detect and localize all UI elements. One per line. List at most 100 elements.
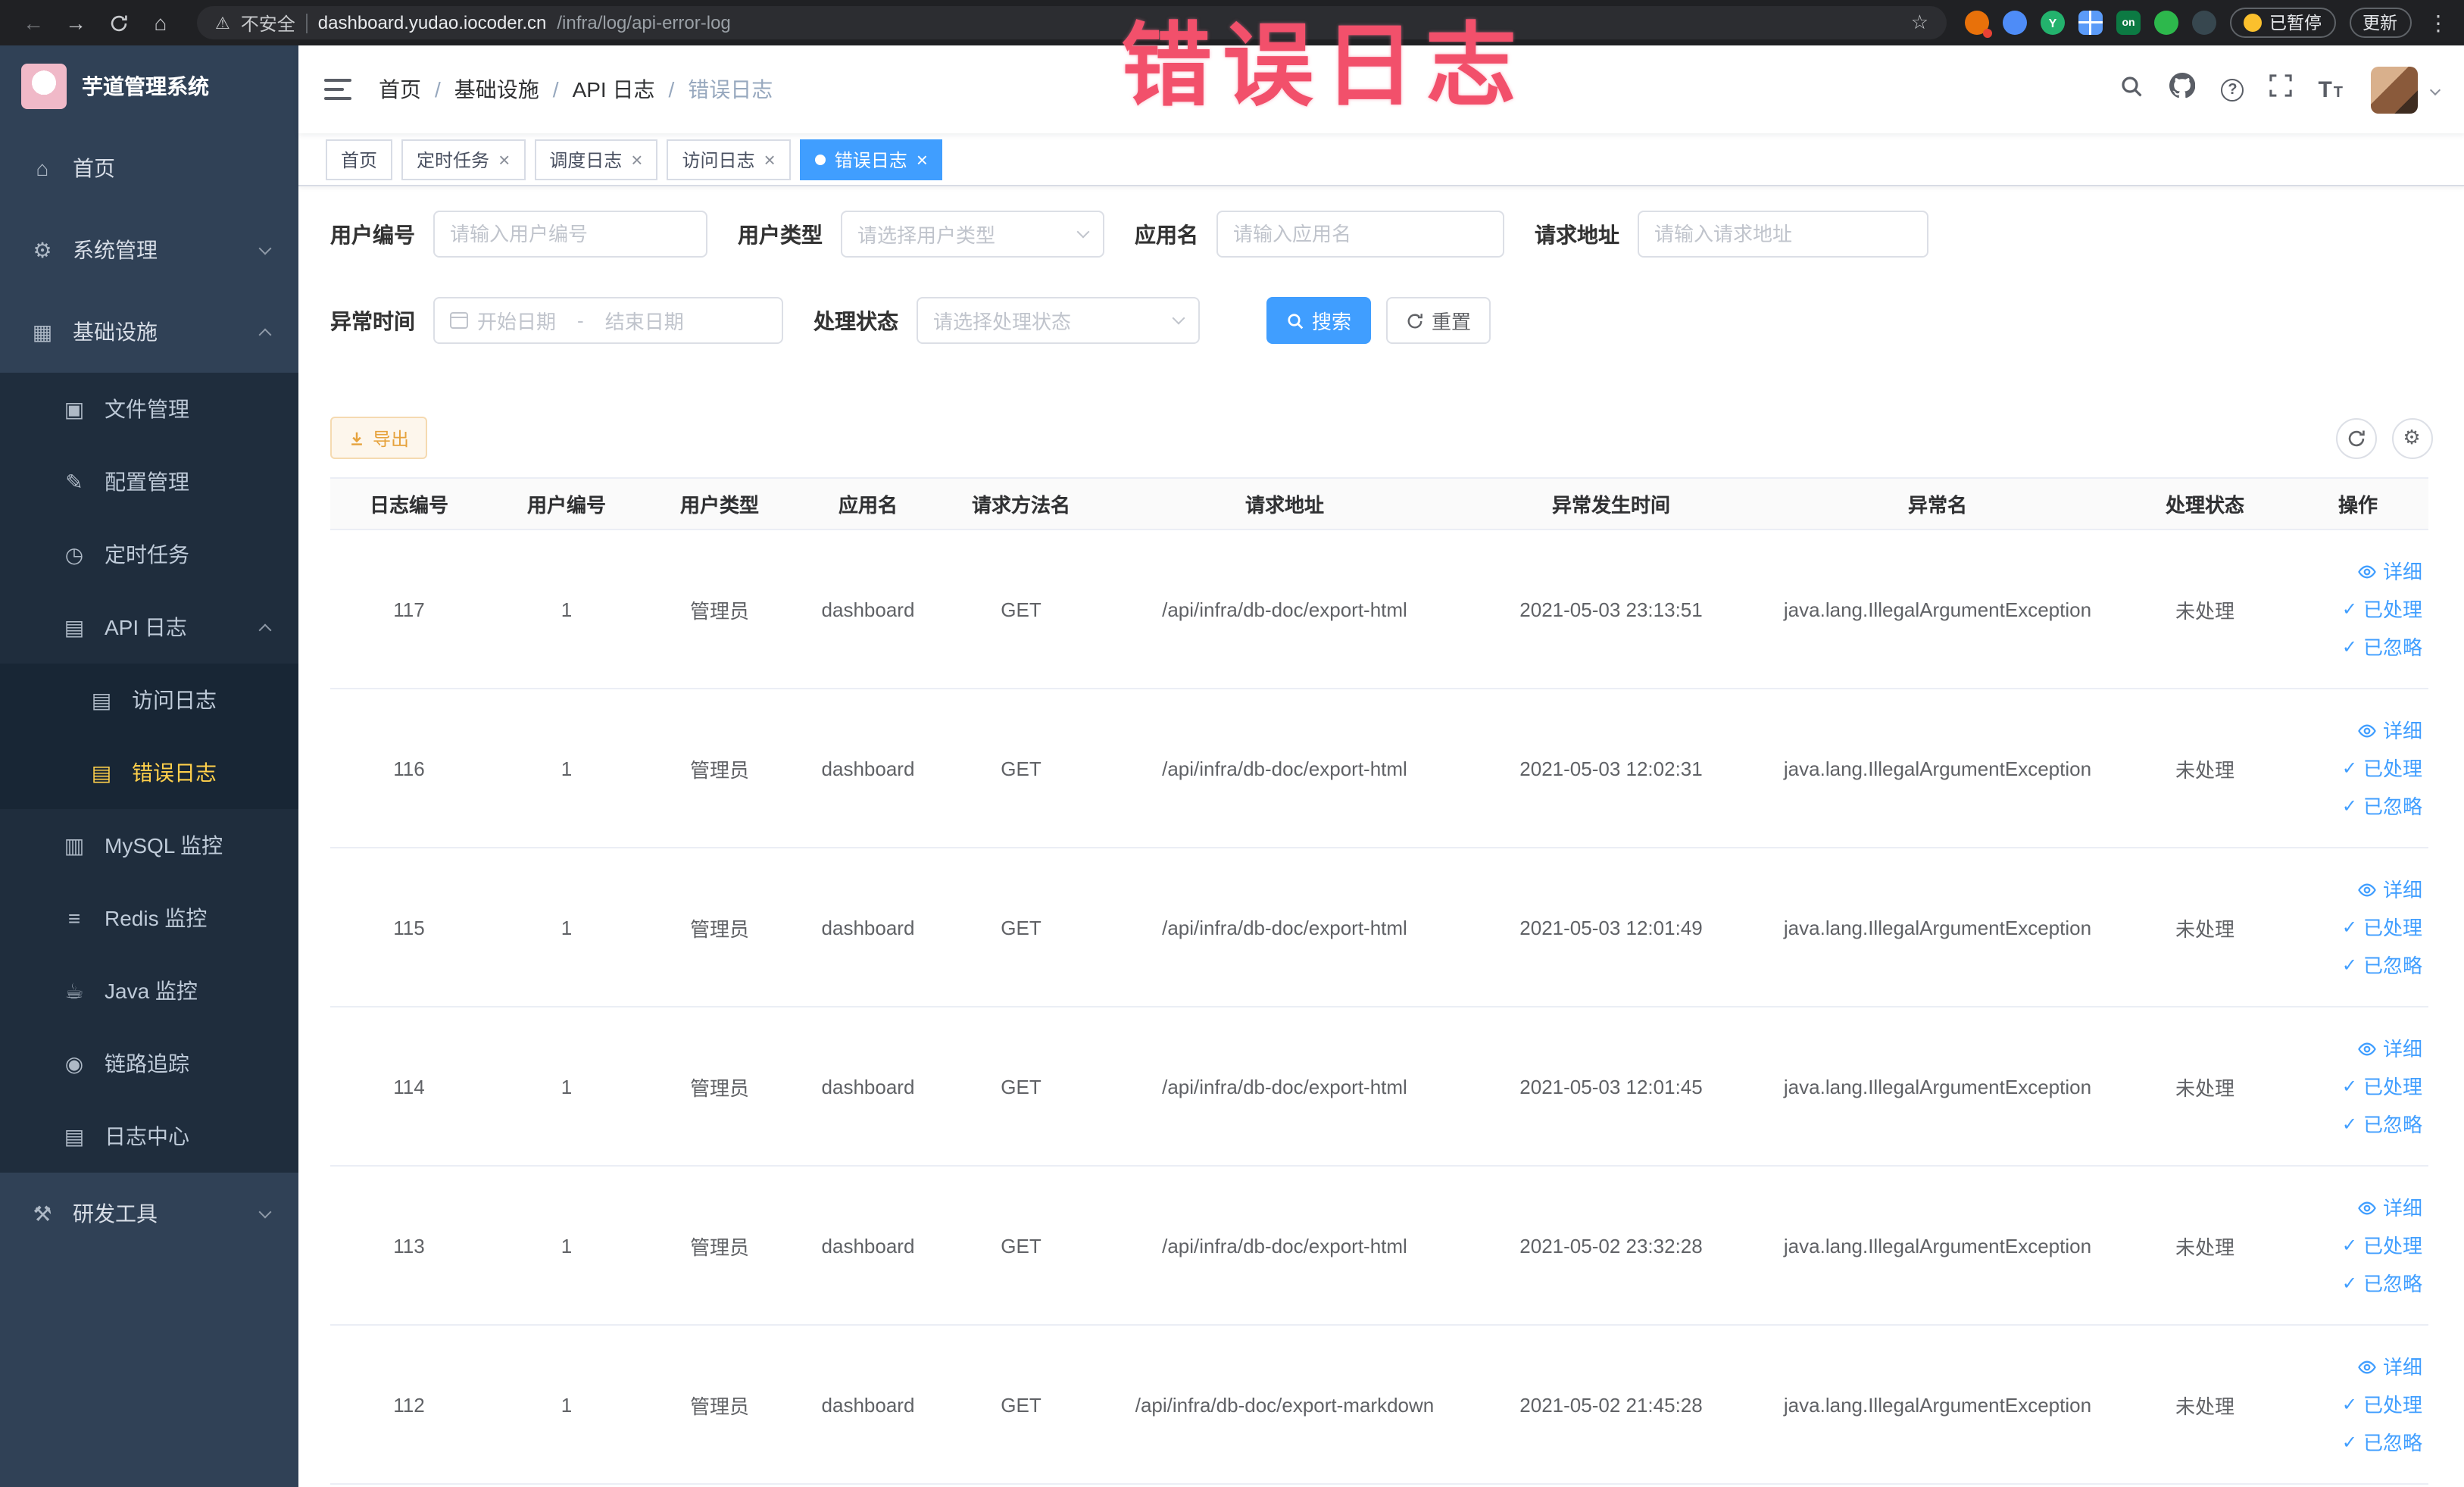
- sidebar-item-config[interactable]: ✎ 配置管理: [0, 445, 298, 518]
- github-icon[interactable]: [2169, 72, 2196, 106]
- mark-processed-link[interactable]: ✓ 已处理: [2288, 1067, 2422, 1105]
- chevron-up-icon: [258, 327, 272, 341]
- sidebar-item-label: MySQL 监控: [105, 833, 223, 858]
- avatar-caret-icon[interactable]: [2428, 83, 2441, 95]
- extension-icon-4[interactable]: [2078, 11, 2103, 35]
- detail-link[interactable]: 详细: [2288, 552, 2422, 590]
- browser-menu-icon[interactable]: ⋮: [2428, 10, 2449, 36]
- sidebar-item-log-center[interactable]: ▤ 日志中心: [0, 1100, 298, 1173]
- breadcrumb-separator: /: [435, 77, 441, 102]
- tab-access-log[interactable]: 访问日志 ×: [667, 139, 791, 180]
- url-path: /infra/log/api-error-log: [557, 12, 731, 33]
- tab-home[interactable]: 首页: [326, 139, 393, 180]
- font-size-icon[interactable]: TT: [2318, 77, 2344, 102]
- request-url-input-wrap: [1638, 211, 1928, 258]
- forward-icon[interactable]: →: [58, 6, 94, 39]
- table-row: 117 1 管理员 dashboard GET /api/infra/db-do…: [330, 530, 2428, 689]
- sidebar-item-infra[interactable]: ▦ 基础设施: [0, 291, 298, 373]
- sidebar-item-system[interactable]: ⚙ 系统管理: [0, 209, 298, 291]
- sidebar-item-api-log[interactable]: ▤ API 日志: [0, 591, 298, 664]
- refresh-button[interactable]: [2335, 417, 2376, 458]
- tab-job[interactable]: 定时任务 ×: [401, 139, 526, 180]
- fullscreen-icon[interactable]: [2269, 74, 2293, 105]
- range-separator: -: [577, 309, 584, 332]
- cell-user-type: 管理员: [645, 1166, 794, 1326]
- breadcrumb-item[interactable]: API 日志: [573, 74, 655, 105]
- search-icon[interactable]: [2119, 73, 2144, 105]
- mark-ignored-link[interactable]: ✓ 已忽略: [2288, 628, 2422, 666]
- layers-icon: ≡: [67, 906, 81, 930]
- extension-icon-3[interactable]: Y: [2041, 11, 2065, 35]
- extension-icon-2[interactable]: [2003, 11, 2027, 35]
- sidebar-item-java[interactable]: ☕ Java 监控: [0, 954, 298, 1027]
- col-user-type: 用户类型: [645, 477, 794, 530]
- mark-ignored-link[interactable]: ✓ 已忽略: [2288, 1105, 2422, 1143]
- sidebar-item-dev-tools[interactable]: ⚒ 研发工具: [0, 1173, 298, 1254]
- date-range-picker[interactable]: 开始日期 - 结束日期: [433, 297, 783, 344]
- extension-icon-6[interactable]: [2154, 11, 2178, 35]
- tab-job-log[interactable]: 调度日志 ×: [534, 139, 658, 180]
- sidebar-item-job[interactable]: ◷ 定时任务: [0, 518, 298, 591]
- sidebar-item-trace[interactable]: ◉ 链路追踪: [0, 1027, 298, 1100]
- mark-ignored-link[interactable]: ✓ 已忽略: [2288, 1423, 2422, 1461]
- sidebar-item-label: 研发工具: [73, 1201, 158, 1226]
- close-icon[interactable]: ×: [631, 149, 642, 169]
- header-actions: ? TT: [2119, 66, 2441, 113]
- hamburger-icon[interactable]: [324, 79, 351, 100]
- help-icon[interactable]: ?: [2221, 78, 2244, 101]
- close-icon[interactable]: ×: [498, 149, 510, 169]
- detail-link[interactable]: 详细: [2288, 1029, 2422, 1067]
- search-button[interactable]: 搜索: [1266, 297, 1372, 344]
- extension-icon-5[interactable]: on: [2116, 11, 2141, 35]
- sidebar-item-access-log[interactable]: ▤ 访问日志: [0, 664, 298, 736]
- sidebar-item-home[interactable]: ⌂ 首页: [0, 127, 298, 209]
- app-window: 芋道管理系统 ⌂ 首页 ⚙ 系统管理 ▦ 基础设施 ▣ 文件管理 ✎ 配置管理 …: [0, 45, 2464, 1487]
- mark-ignored-link[interactable]: ✓ 已忽略: [2288, 1264, 2422, 1302]
- download-icon: [351, 431, 362, 445]
- breadcrumb-item[interactable]: 基础设施: [454, 74, 539, 105]
- extension-icon-7[interactable]: [2192, 11, 2216, 35]
- table-toolbar: 导出 ⚙: [330, 417, 2432, 459]
- app-logo-image: [21, 64, 67, 109]
- mark-processed-link[interactable]: ✓ 已处理: [2288, 1226, 2422, 1264]
- mark-processed-link[interactable]: ✓ 已处理: [2288, 908, 2422, 946]
- user-id-input[interactable]: [450, 223, 691, 245]
- detail-link[interactable]: 详细: [2288, 1348, 2422, 1385]
- breadcrumb-item[interactable]: 首页: [379, 74, 421, 105]
- back-icon[interactable]: ←: [15, 6, 52, 39]
- home-icon[interactable]: ⌂: [142, 6, 179, 39]
- app-name-input[interactable]: [1233, 223, 1488, 245]
- tab-error-log[interactable]: 错误日志 ×: [799, 139, 943, 180]
- paused-badge[interactable]: 已暂停: [2230, 8, 2335, 38]
- export-button[interactable]: 导出: [330, 417, 428, 459]
- filter-row-1: 用户编号 用户类型 请选择用户类型 应用名 请求地址: [330, 211, 2432, 258]
- address-bar[interactable]: ⚠ 不安全 dashboard.yudao.iocoder.cn/infra/l…: [197, 6, 1947, 39]
- detail-link[interactable]: 详细: [2288, 1189, 2422, 1226]
- mark-ignored-link[interactable]: ✓ 已忽略: [2288, 946, 2422, 984]
- update-button[interactable]: 更新: [2349, 8, 2411, 38]
- user-avatar[interactable]: [2370, 66, 2417, 113]
- cell-status: 未处理: [2122, 530, 2288, 689]
- user-type-select[interactable]: 请选择用户类型: [841, 211, 1104, 258]
- reset-button[interactable]: 重置: [1386, 297, 1491, 344]
- column-settings-button[interactable]: ⚙: [2391, 417, 2432, 458]
- close-icon[interactable]: ×: [764, 149, 776, 169]
- filter-row-2: 异常时间 开始日期 - 结束日期 处理状态 请选择处理状态 搜索 重置: [330, 297, 2432, 344]
- extension-icon-1[interactable]: [1965, 11, 1992, 38]
- process-status-select[interactable]: 请选择处理状态: [917, 297, 1200, 344]
- mark-ignored-link[interactable]: ✓ 已忽略: [2288, 787, 2422, 825]
- bookmark-star-icon[interactable]: ☆: [1911, 11, 1928, 35]
- detail-link[interactable]: 详细: [2288, 870, 2422, 908]
- detail-link[interactable]: 详细: [2288, 711, 2422, 749]
- sidebar-item-mysql[interactable]: ▥ MySQL 监控: [0, 809, 298, 882]
- reload-icon[interactable]: [100, 6, 136, 39]
- mark-processed-link[interactable]: ✓ 已处理: [2288, 1385, 2422, 1423]
- sidebar-item-error-log[interactable]: ▤ 错误日志: [0, 736, 298, 809]
- mark-processed-link[interactable]: ✓ 已处理: [2288, 749, 2422, 787]
- sidebar-item-redis[interactable]: ≡ Redis 监控: [0, 882, 298, 954]
- sidebar-item-file[interactable]: ▣ 文件管理: [0, 373, 298, 445]
- close-icon[interactable]: ×: [917, 149, 928, 169]
- check-icon: ✓: [2341, 636, 2357, 657]
- request-url-input[interactable]: [1654, 223, 1912, 245]
- mark-processed-link[interactable]: ✓ 已处理: [2288, 590, 2422, 628]
